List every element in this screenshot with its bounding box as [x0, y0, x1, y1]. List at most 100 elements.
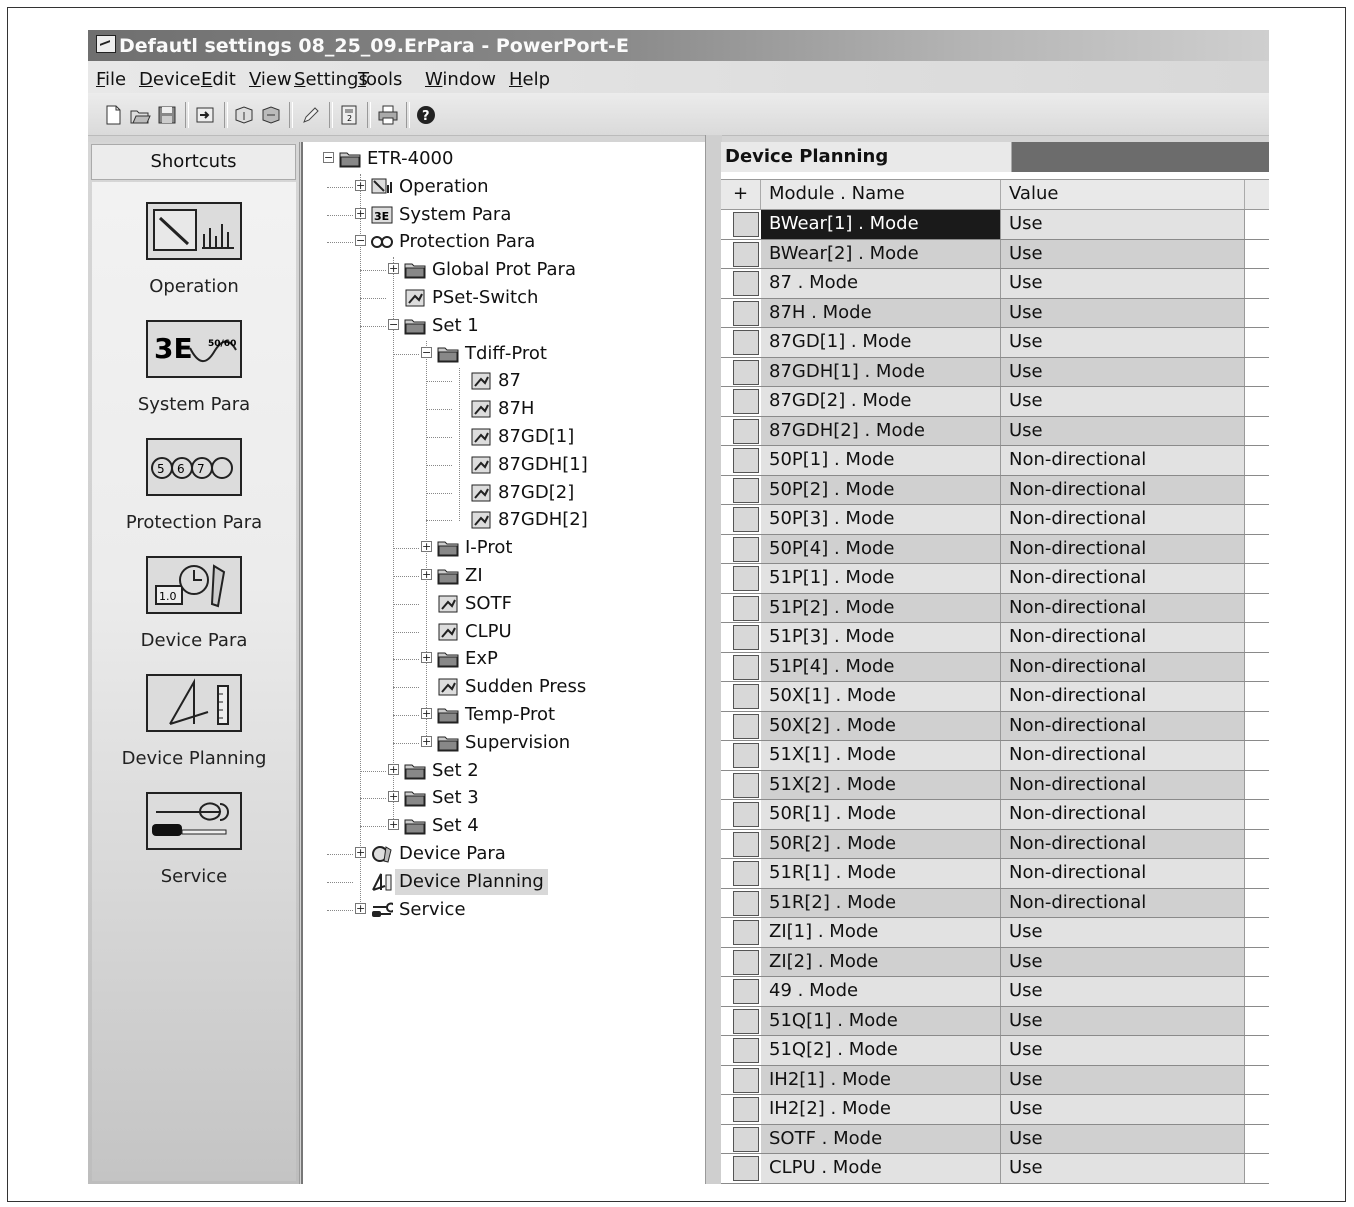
table-row[interactable]: 51Q[1] . Mode Use — [721, 1006, 1269, 1036]
expand-icon[interactable]: + — [421, 541, 432, 553]
tree-node[interactable]: + Set 2 — [303, 758, 703, 784]
value-cell[interactable]: Non-directional — [1001, 770, 1245, 799]
value-cell[interactable]: Use — [1001, 1065, 1245, 1094]
menu-window[interactable]: Window — [425, 69, 496, 90]
operation-shortcut-button[interactable] — [146, 202, 242, 260]
row-selector[interactable] — [733, 1008, 759, 1034]
table-row[interactable]: 51P[1] . Mode Non-directional — [721, 564, 1269, 594]
row-selector[interactable] — [733, 300, 759, 326]
value-cell[interactable]: Use — [1001, 210, 1245, 239]
value-cell[interactable]: Use — [1001, 977, 1245, 1006]
collapse-icon[interactable]: − — [421, 346, 432, 358]
row-selector[interactable] — [733, 684, 759, 709]
collapse-icon[interactable]: − — [355, 235, 366, 247]
value-cell[interactable]: Use — [1001, 387, 1245, 416]
row-selector[interactable] — [733, 949, 759, 975]
table-row[interactable]: ZI[1] . Mode Use — [721, 918, 1269, 948]
expand-icon[interactable]: + — [421, 652, 432, 664]
table-row[interactable]: 51P[4] . Mode Non-directional — [721, 652, 1269, 682]
edit-pencil-icon[interactable] — [300, 104, 322, 126]
table-row[interactable]: BWear[1] . Mode Use — [721, 210, 1269, 240]
tree-node[interactable]: PSet-Switch — [303, 285, 703, 311]
tree-node[interactable]: 87GD[1] — [303, 424, 703, 450]
tree-node[interactable]: + I-Prot — [303, 535, 703, 561]
menu-view[interactable]: View — [249, 69, 292, 90]
row-selector[interactable] — [733, 1126, 759, 1152]
menu-edit[interactable]: Edit — [201, 69, 236, 90]
table-row[interactable]: 87 . Mode Use — [721, 269, 1269, 299]
system-para-shortcut-button[interactable]: 3E 50/60 — [146, 320, 242, 378]
table-row[interactable]: IH2[1] . Mode Use — [721, 1065, 1269, 1095]
table-row[interactable]: 87GDH[2] . Mode Use — [721, 416, 1269, 446]
device-para-shortcut-button[interactable]: 1.0 — [146, 556, 242, 614]
tree-node[interactable]: 87GDH[1] — [303, 452, 703, 478]
value-cell[interactable]: Use — [1001, 416, 1245, 445]
tree-node[interactable]: − Protection Para — [303, 229, 703, 255]
value-cell[interactable]: Use — [1001, 918, 1245, 947]
column-header-module-name[interactable]: Module . Name — [761, 180, 1001, 209]
value-cell[interactable]: Non-directional — [1001, 741, 1245, 770]
expand-icon[interactable]: + — [388, 763, 399, 775]
table-row[interactable]: 49 . Mode Use — [721, 977, 1269, 1007]
tree-node[interactable]: 87H — [303, 396, 703, 422]
row-selector[interactable] — [733, 831, 759, 857]
row-selector[interactable] — [733, 713, 759, 739]
table-row[interactable]: 87GDH[1] . Mode Use — [721, 357, 1269, 387]
tree-node[interactable]: + Set 4 — [303, 813, 703, 839]
menu-file[interactable]: File — [96, 69, 126, 90]
table-row[interactable]: 51R[1] . Mode Non-directional — [721, 859, 1269, 889]
table-row[interactable]: 51Q[2] . Mode Use — [721, 1036, 1269, 1066]
table-row[interactable]: 50P[1] . Mode Non-directional — [721, 446, 1269, 476]
table-row[interactable]: 50P[2] . Mode Non-directional — [721, 475, 1269, 505]
collapse-icon[interactable]: − — [323, 152, 334, 163]
transfer-icon[interactable] — [194, 104, 216, 126]
table-row[interactable]: 51P[2] . Mode Non-directional — [721, 593, 1269, 623]
tree-node[interactable]: + Service — [303, 897, 703, 923]
value-cell[interactable]: Non-directional — [1001, 888, 1245, 917]
tree-node[interactable]: + Temp-Prot — [303, 702, 703, 728]
value-cell[interactable]: Non-directional — [1001, 446, 1245, 475]
open-folder-icon[interactable] — [129, 104, 151, 126]
value-cell[interactable]: Non-directional — [1001, 593, 1245, 622]
value-cell[interactable]: Non-directional — [1001, 564, 1245, 593]
value-cell[interactable]: Non-directional — [1001, 534, 1245, 563]
value-cell[interactable]: Use — [1001, 947, 1245, 976]
table-row[interactable]: 50R[1] . Mode Non-directional — [721, 800, 1269, 830]
value-cell[interactable]: Non-directional — [1001, 829, 1245, 858]
row-selector[interactable] — [733, 861, 759, 886]
row-selector[interactable] — [733, 743, 759, 768]
row-selector[interactable] — [733, 241, 759, 267]
column-header-value[interactable]: Value — [1001, 180, 1245, 209]
value-cell[interactable]: Use — [1001, 357, 1245, 386]
value-cell[interactable]: Non-directional — [1001, 859, 1245, 888]
expand-icon[interactable]: + — [355, 902, 366, 914]
row-selector[interactable] — [733, 1038, 759, 1063]
table-row[interactable]: 51P[3] . Mode Non-directional — [721, 623, 1269, 653]
help-icon[interactable]: ? — [415, 104, 437, 126]
row-selector[interactable] — [733, 507, 759, 532]
menu-tools[interactable]: Tools — [358, 69, 402, 90]
table-row[interactable]: 51X[1] . Mode Non-directional — [721, 741, 1269, 771]
tree-node[interactable]: +3E System Para — [303, 202, 703, 228]
expand-all-header[interactable]: + — [721, 180, 761, 209]
expand-icon[interactable]: + — [421, 569, 432, 580]
table-row[interactable]: 50X[2] . Mode Non-directional — [721, 711, 1269, 741]
expand-icon[interactable]: + — [355, 207, 366, 219]
value-cell[interactable]: Non-directional — [1001, 711, 1245, 740]
tree-node[interactable]: 87GD[2] — [303, 480, 703, 506]
row-selector[interactable] — [733, 595, 759, 621]
tree-node[interactable]: 87GDH[2] — [303, 507, 703, 533]
tree-node[interactable]: + ZI — [303, 563, 703, 589]
tree-node[interactable]: Sudden Press — [303, 674, 703, 700]
pane-splitter[interactable] — [705, 135, 722, 1184]
shortcuts-header[interactable]: Shortcuts — [91, 144, 296, 180]
expand-icon[interactable]: + — [388, 819, 399, 831]
row-selector[interactable] — [733, 418, 759, 444]
table-row[interactable]: IH2[2] . Mode Use — [721, 1095, 1269, 1125]
table-row[interactable]: CLPU . Mode Use — [721, 1154, 1269, 1184]
value-cell[interactable]: Use — [1001, 1095, 1245, 1124]
value-cell[interactable]: Use — [1001, 1124, 1245, 1153]
expand-icon[interactable]: + — [355, 179, 366, 191]
row-selector[interactable] — [733, 1067, 759, 1093]
tree-node[interactable]: + Set 3 — [303, 785, 703, 811]
